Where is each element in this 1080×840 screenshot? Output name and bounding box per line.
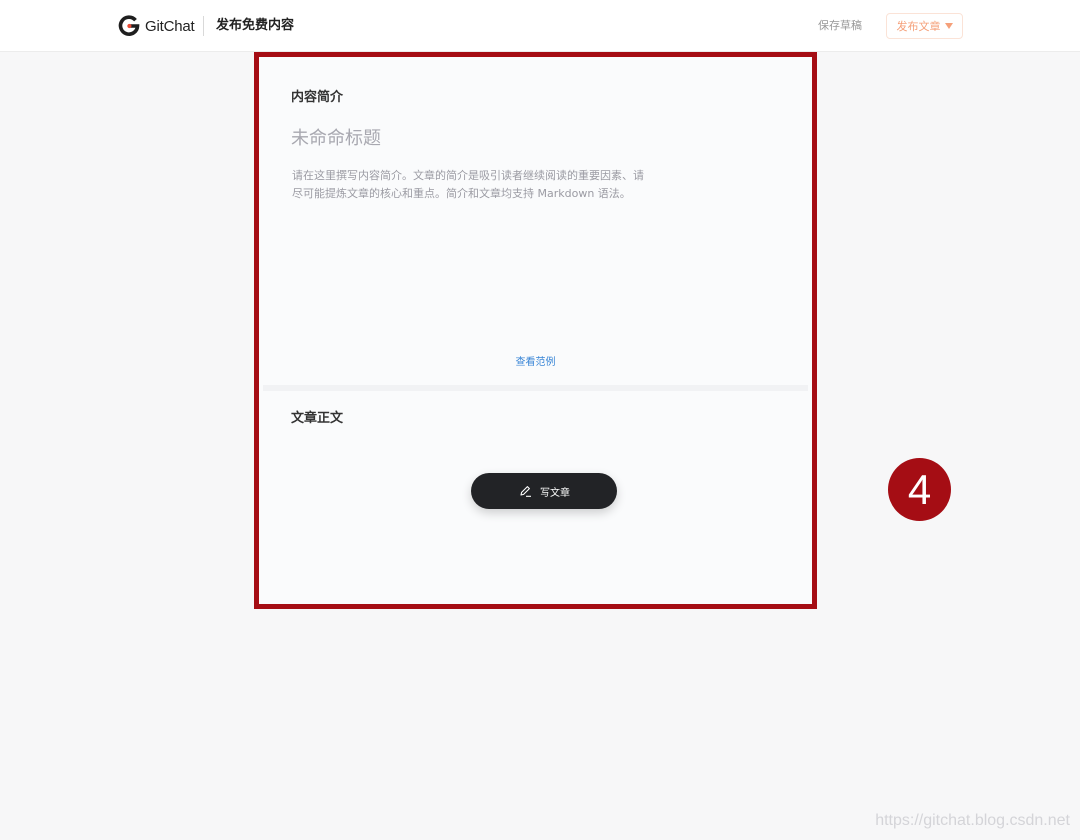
highlighted-editor-frame: 内容简介 未命命标题 请在这里撰写内容简介。文章的简介是吸引读者继续阅读的重要因… (254, 52, 817, 609)
watermark-url: https://gitchat.blog.csdn.net (875, 812, 1070, 829)
body-section-label: 文章正文 (291, 411, 344, 426)
write-article-label: 写文章 (540, 487, 570, 499)
save-draft-button[interactable]: 保存草稿 (818, 18, 862, 34)
intro-section-label: 内容简介 (291, 90, 344, 105)
caret-down-icon (944, 23, 953, 29)
body-section: 文章正文 写文章 (263, 391, 808, 600)
write-article-button[interactable]: 写文章 (471, 473, 617, 509)
intro-textarea[interactable]: 请在这里撰写内容简介。文章的简介是吸引读者继续阅读的重要因素、请 尽可能提炼文章… (292, 167, 688, 203)
page-title: 发布免费内容 (216, 18, 295, 33)
intro-section: 内容简介 未命命标题 请在这里撰写内容简介。文章的简介是吸引读者继续阅读的重要因… (263, 61, 808, 384)
publish-button[interactable]: 发布文章 (886, 13, 963, 39)
gitchat-logo-icon (118, 15, 140, 36)
publish-button-label: 发布文章 (896, 20, 941, 33)
pen-icon (520, 486, 531, 497)
gitchat-logo[interactable]: GitChat (118, 14, 195, 38)
view-example-link[interactable]: 查看范例 (263, 353, 808, 368)
title-input[interactable]: 未命命标题 (291, 124, 381, 150)
intro-placeholder-line-1: 请在这里撰写内容简介。文章的简介是吸引读者继续阅读的重要因素、请 (292, 169, 644, 182)
step-number-badge: 4 (888, 458, 951, 521)
header-divider (203, 16, 204, 36)
logo-text: GitChat (145, 17, 195, 35)
top-header: GitChat 发布免费内容 保存草稿 发布文章 (0, 0, 1080, 52)
intro-placeholder-line-2: 尽可能提炼文章的核心和重点。简介和文章均支持 Markdown 语法。 (292, 187, 631, 200)
